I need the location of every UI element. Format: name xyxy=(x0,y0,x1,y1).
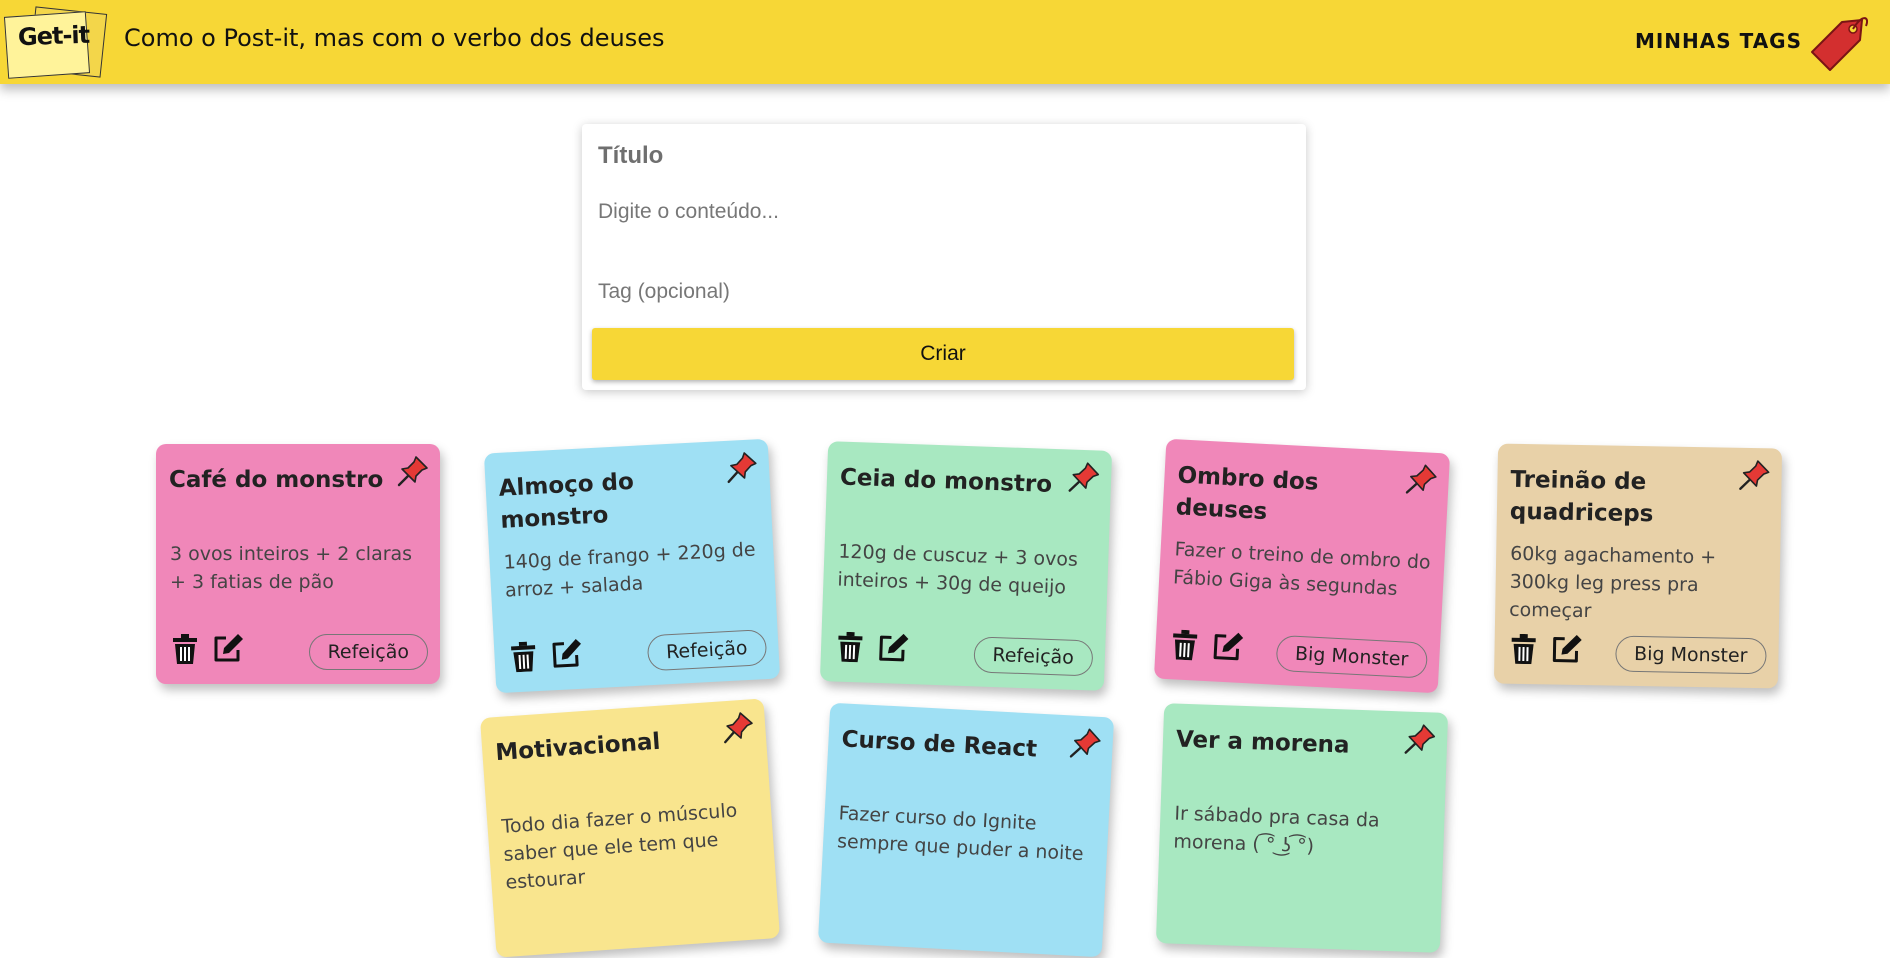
note-content: Ir sábado pra casa da morena ( ͡° ͜ʖ ͡°) xyxy=(1173,802,1381,858)
note-title: Almoço do monstro xyxy=(498,468,635,534)
edit-icon[interactable] xyxy=(1550,632,1583,665)
note-card: Café do monstro 3 ovos inteiros + 2 clar… xyxy=(156,444,440,684)
edit-icon[interactable] xyxy=(877,631,910,664)
trash-icon[interactable] xyxy=(1171,629,1199,661)
note-content: 60kg agachamento + 300kg leg press pra c… xyxy=(1509,542,1717,623)
pin-icon[interactable] xyxy=(724,449,760,485)
pin-icon[interactable] xyxy=(396,454,430,488)
create-note-form: Título Digite o conteúdo... Tag (opciona… xyxy=(582,124,1306,390)
note-card: Treinão de quadriceps 60kg agachamento +… xyxy=(1493,443,1783,689)
note-content: 3 ovos inteiros + 2 claras + 3 fatias de… xyxy=(170,543,413,593)
tag-input[interactable]: Tag (opcional) xyxy=(598,280,730,304)
trash-icon[interactable] xyxy=(1510,633,1537,665)
edit-icon[interactable] xyxy=(212,632,244,664)
content-input[interactable]: Digite o conteúdo... xyxy=(598,200,779,224)
note-content: Fazer curso do Ignite sempre que puder a… xyxy=(836,802,1085,866)
trash-icon[interactable] xyxy=(510,641,538,673)
tag-badge[interactable]: Refeição xyxy=(308,634,428,670)
note-title: Café do monstro xyxy=(169,467,384,493)
note-title: Motivacional xyxy=(494,728,662,767)
pin-icon[interactable] xyxy=(1068,725,1104,761)
pin-icon[interactable] xyxy=(1403,721,1438,756)
note-title: Treinão de quadriceps xyxy=(1509,466,1654,528)
note-card: Ver a morena Ir sábado pra casa da moren… xyxy=(1155,703,1449,953)
note-card: Motivacional Todo dia fazer o músculo sa… xyxy=(479,698,781,958)
note-title: Ceia do monstro xyxy=(839,464,1053,498)
trash-icon[interactable] xyxy=(172,634,198,664)
pin-icon[interactable] xyxy=(1067,459,1102,494)
title-input[interactable]: Título xyxy=(598,142,663,170)
app-logo[interactable]: Get-it xyxy=(3,4,108,79)
my-tags-link[interactable]: MINHAS TAGS xyxy=(1635,29,1802,53)
note-content: Todo dia fazer o músculo saber que ele t… xyxy=(500,799,738,894)
trash-icon[interactable] xyxy=(837,631,864,663)
note-card: Ombro dos deuses Fazer o treino de ombro… xyxy=(1153,438,1451,694)
note-content: 140g de frango + 220g de arroz + salada xyxy=(503,538,757,602)
edit-icon[interactable] xyxy=(1211,629,1245,663)
top-navbar: Get-it Como o Post-it, mas com o verbo d… xyxy=(0,0,1890,84)
pin-icon[interactable] xyxy=(720,709,756,745)
tag-badge[interactable]: Big Monster xyxy=(1614,635,1767,675)
tag-badge[interactable]: Refeição xyxy=(972,636,1094,677)
app-tagline: Como o Post-it, mas com o verbo dos deus… xyxy=(124,24,665,52)
tag-icon[interactable] xyxy=(1804,8,1874,72)
logo-text: Get-it xyxy=(17,20,90,52)
note-title: Ver a morena xyxy=(1175,726,1350,759)
tag-badge[interactable]: Big Monster xyxy=(1275,634,1429,679)
create-button[interactable]: Criar xyxy=(592,328,1294,380)
note-title: Curso de React xyxy=(840,726,1038,763)
edit-icon[interactable] xyxy=(550,637,584,671)
note-content: Fazer o treino de ombro do Fábio Giga às… xyxy=(1172,538,1432,601)
note-title: Ombro dos deuses xyxy=(1175,462,1320,526)
note-content: 120g de cuscuz + 3 ovos inteiros + 30g d… xyxy=(837,540,1079,599)
tag-badge[interactable]: Refeição xyxy=(646,629,768,672)
note-card: Ceia do monstro 120g de cuscuz + 3 ovos … xyxy=(819,441,1113,691)
note-card: Curso de React Fazer curso do Ignite sem… xyxy=(817,702,1115,958)
pin-icon[interactable] xyxy=(1404,461,1440,497)
note-card: Almoço do monstro 140g de frango + 220g … xyxy=(483,438,781,694)
pin-icon[interactable] xyxy=(1737,458,1772,493)
